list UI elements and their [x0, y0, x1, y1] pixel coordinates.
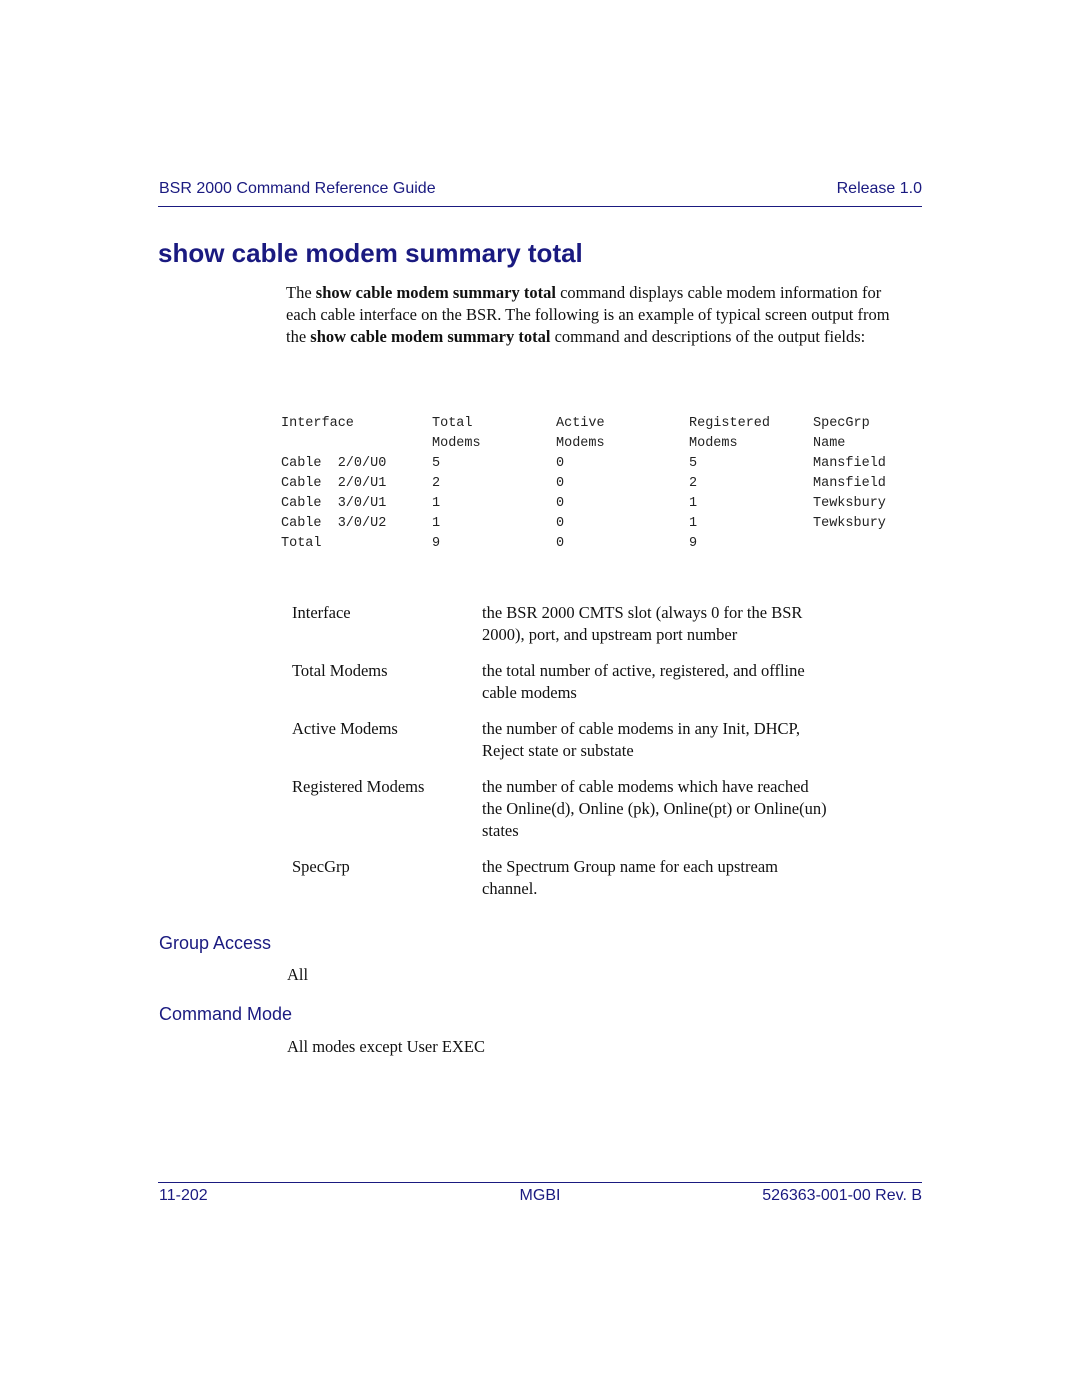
table-cell: 2 — [432, 476, 441, 491]
table-cell: 0 — [556, 496, 565, 511]
page-title: show cable modem summary total — [158, 238, 583, 268]
table-cell: Modems — [689, 436, 738, 451]
table-cell: 0 — [556, 536, 565, 551]
table-cell: Mansfield — [813, 456, 886, 471]
table-cell: 1 — [432, 496, 441, 511]
field-descriptions: Interface the BSR 2000 CMTS slot (always … — [292, 602, 852, 914]
table-cell: Mansfield — [813, 476, 886, 491]
table-cell: Total — [432, 416, 473, 431]
field-description-item: Registered Modems the number of cable mod… — [292, 776, 852, 842]
field-desc: the Spectrum Group name for each upstrea… — [482, 857, 778, 898]
field-name: SpecGrp — [292, 857, 350, 876]
page-header: BSR 2000 Command Reference Guide Release… — [158, 178, 922, 207]
page-number: 11-202 — [159, 1187, 208, 1204]
table-cell: Cable 2/0/U1 — [281, 476, 387, 491]
table-cell: SpecGrp — [813, 416, 870, 431]
command-name: show cable modem summary total — [315, 283, 556, 302]
table-cell: Cable 2/0/U0 — [281, 456, 387, 471]
field-name: Active Modems — [292, 719, 398, 738]
field-desc: the BSR 2000 CMTS slot (always 0 for the… — [482, 603, 803, 644]
field-description-item: Active Modems the number of cable modems … — [292, 718, 852, 762]
table-cell: 0 — [556, 516, 565, 531]
field-desc: the number of cable modems in any Init, … — [482, 719, 801, 760]
company-name: MGBI — [519, 1187, 561, 1204]
table-cell: Total — [281, 536, 322, 551]
field-name: Total Modems — [292, 661, 388, 680]
table-cell: 9 — [432, 536, 441, 551]
group-access-value: All — [287, 965, 309, 984]
table-cell: Active — [556, 416, 605, 431]
field-description-item: SpecGrp the Spectrum Group name for each … — [292, 856, 852, 900]
field-desc: the total number of active, registered, … — [482, 661, 805, 702]
table-cell: Modems — [432, 436, 481, 451]
table-cell: 1 — [689, 516, 698, 531]
table-cell: 1 — [432, 516, 441, 531]
table-cell: Tewksbury — [813, 516, 886, 531]
release-label: Release 1.0 — [836, 180, 922, 197]
document-number: 526363-001-00 Rev. B — [762, 1187, 922, 1204]
page-footer: 11-202 MGBI 526363-001-00 Rev. B — [158, 1182, 922, 1207]
table-cell: 0 — [556, 476, 565, 491]
table-cell: Interface — [281, 416, 354, 431]
field-name: Interface — [292, 603, 351, 622]
intro-paragraph: The show cable modem summary total comma… — [286, 282, 906, 348]
table-cell: Modems — [556, 436, 605, 451]
intro-text-3: command and descriptions of the output f… — [550, 327, 866, 346]
table-cell: 5 — [689, 456, 698, 471]
table-cell: Registered — [689, 416, 771, 431]
field-name: Registered Modems — [292, 777, 425, 796]
intro-text-1: The — [286, 283, 316, 302]
guide-title: BSR 2000 Command Reference Guide — [159, 180, 436, 197]
table-cell: Cable 3/0/U1 — [281, 496, 387, 511]
field-description-item: Interface the BSR 2000 CMTS slot (always … — [292, 602, 852, 646]
field-description-item: Total Modems the total number of active, … — [292, 660, 852, 704]
table-cell: 5 — [432, 456, 441, 471]
command-name: show cable modem summary total — [310, 327, 551, 346]
table-cell: 0 — [556, 456, 565, 471]
table-cell: 1 — [689, 496, 698, 511]
command-mode-value: All modes except User EXEC — [287, 1037, 485, 1056]
group-access-heading: Group Access — [159, 933, 272, 953]
table-cell: Name — [813, 436, 846, 451]
table-cell: Tewksbury — [813, 496, 886, 511]
field-desc: the number of cable modems which have re… — [482, 777, 827, 840]
table-cell: 9 — [689, 536, 698, 551]
table-cell: 2 — [689, 476, 698, 491]
command-mode-heading: Command Mode — [159, 1004, 293, 1024]
table-cell: Cable 3/0/U2 — [281, 516, 387, 531]
